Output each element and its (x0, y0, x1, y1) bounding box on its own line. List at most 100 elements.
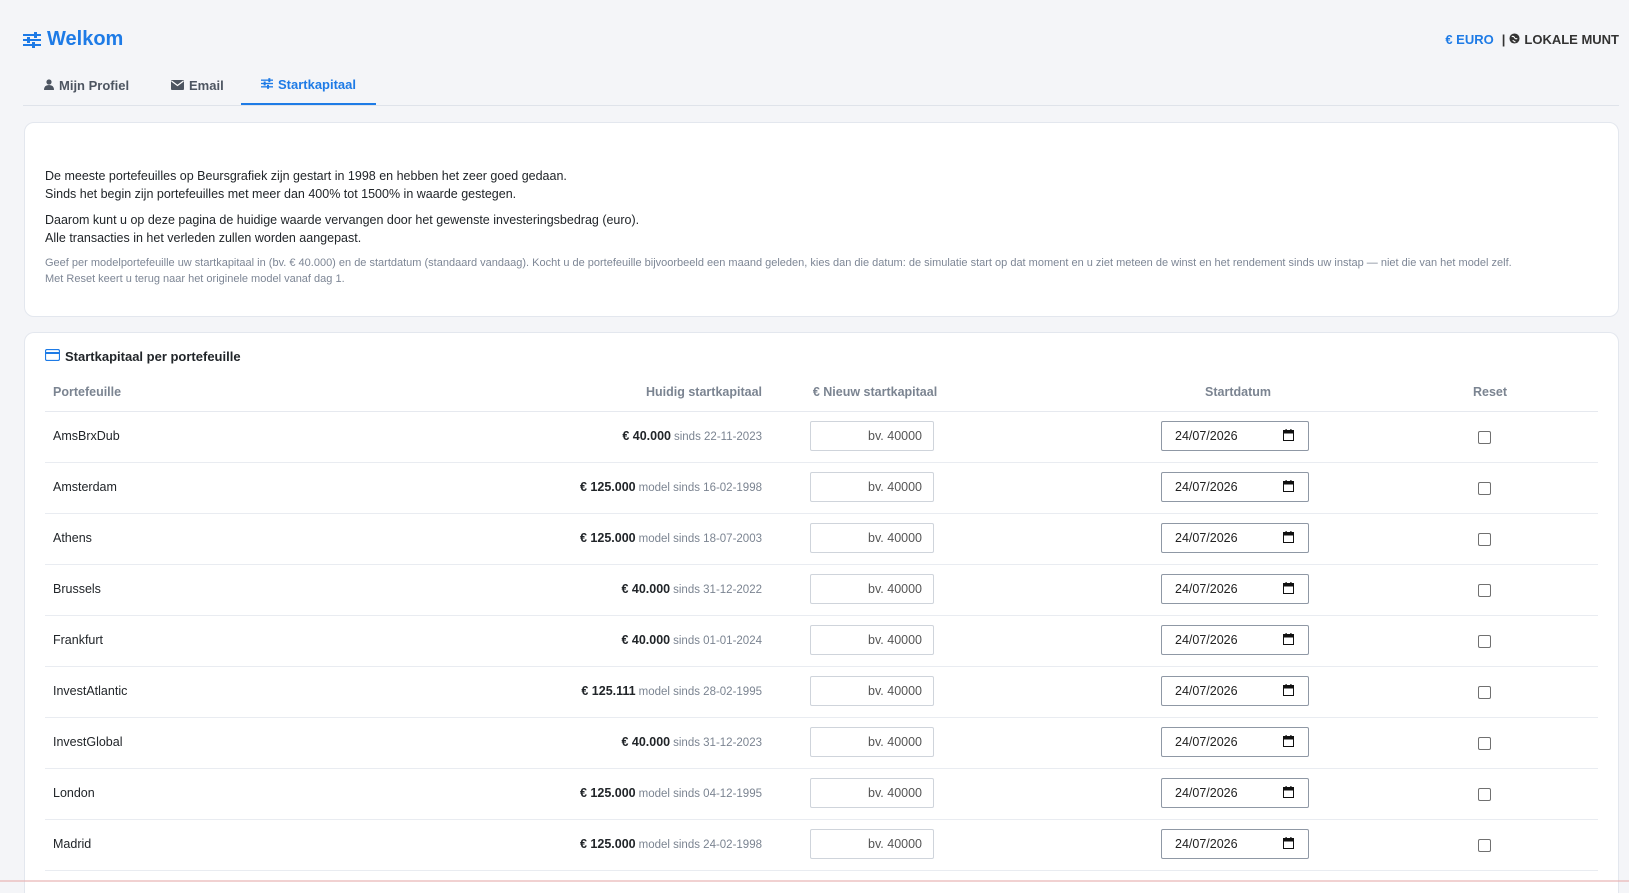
calendar-icon[interactable] (1283, 480, 1294, 495)
table-row: London € 125.000model sinds 04-12-1995 2… (45, 769, 1598, 820)
note-line: Geef per modelportefeuille uw startkapit… (45, 257, 1512, 269)
tab-label: Startkapitaal (277, 77, 357, 92)
page-title: Welkom (47, 28, 124, 50)
start-date-input[interactable]: 24/07/2026 (1161, 523, 1309, 553)
reset-checkbox[interactable] (1478, 839, 1491, 852)
calendar-icon[interactable] (1283, 837, 1294, 852)
current-amount: € 40.000 (621, 735, 671, 749)
reset-checkbox[interactable] (1478, 431, 1491, 444)
current-since: sinds 01-01-2024 (673, 635, 762, 647)
reset-checkbox[interactable] (1478, 737, 1491, 750)
reset-checkbox[interactable] (1478, 584, 1491, 597)
currency-local-link[interactable]: LOKALE MUNT (1524, 32, 1619, 47)
credit-card-icon (44, 348, 61, 364)
intro-paragraph-2: Daarom kunt u op deze pagina de huidige … (45, 211, 1598, 247)
table-header: Portefeuille Huidig startkapitaal € Nieu… (45, 385, 1598, 412)
header-reset: Reset (1473, 385, 1508, 399)
portfolio-name: InvestAtlantic (53, 684, 128, 698)
currency-separator: | (1501, 32, 1506, 47)
portfolio-name: London (53, 786, 95, 800)
current-amount: € 125.000 (580, 837, 636, 851)
date-value: 24/07/2026 (1175, 582, 1238, 596)
calendar-icon[interactable] (1283, 684, 1294, 699)
calendar-icon[interactable] (1283, 786, 1294, 801)
reset-checkbox[interactable] (1478, 533, 1491, 546)
startkapitaal-card: Startkapitaal per portefeuille Portefeui… (24, 332, 1619, 893)
new-capital-input[interactable] (810, 829, 934, 859)
intro-paragraph-1: De meeste portefeuilles op Beursgrafiek … (45, 167, 1598, 203)
date-value: 24/07/2026 (1175, 786, 1238, 800)
new-capital-input[interactable] (810, 625, 934, 655)
currency-switch: € EURO | LOKALE MUNT (1445, 32, 1619, 47)
current-capital: € 125.000 model sinds 18-07-2003 (580, 531, 762, 545)
date-value: 24/07/2026 (1175, 480, 1238, 494)
intro-line: Daarom kunt u op deze pagina de huidige … (45, 213, 640, 227)
portfolio-name: Brussels (53, 582, 101, 596)
current-capital: € 125.000 model sinds 16-02-1998 (580, 480, 762, 494)
start-date-input[interactable]: 24/07/2026 (1161, 625, 1309, 655)
start-date-input[interactable]: 24/07/2026 (1161, 421, 1309, 451)
current-amount: € 40.000 (622, 429, 671, 443)
user-icon (44, 78, 54, 93)
current-since: sinds 31-12-2022 (673, 584, 762, 596)
current-amount: € 40.000 (621, 633, 671, 647)
sliders-icon (23, 31, 41, 48)
new-capital-input[interactable] (810, 421, 934, 451)
tab-mijn-profiel[interactable]: Mijn Profiel (44, 66, 129, 104)
calendar-icon[interactable] (1283, 633, 1294, 648)
globe-icon (1509, 32, 1520, 47)
intro-line: Alle transacties in het verleden zullen … (45, 231, 362, 245)
current-since: model sinds 24-02-1998 (638, 839, 762, 851)
calendar-icon[interactable] (1283, 582, 1294, 597)
tab-label: Email (189, 77, 224, 93)
current-amount: € 125.111 (581, 684, 636, 698)
current-since: model sinds 28-02-1995 (638, 686, 762, 698)
header-nieuw: € Nieuw startkapitaal (812, 385, 938, 399)
brand[interactable]: Welkom (23, 28, 123, 51)
current-capital: € 40.000 sinds 22-11-2023 (622, 429, 762, 443)
calendar-icon[interactable] (1283, 531, 1294, 546)
table-title-text: Startkapitaal per portefeuille (65, 349, 241, 364)
current-since: model sinds 04-12-1995 (638, 788, 762, 800)
sliders-icon (260, 77, 273, 92)
portfolio-name: Frankfurt (53, 633, 104, 647)
reset-checkbox[interactable] (1478, 635, 1491, 648)
calendar-icon[interactable] (1283, 735, 1294, 750)
current-capital: € 125.000 model sinds 04-12-1995 (580, 786, 762, 800)
start-date-input[interactable]: 24/07/2026 (1161, 727, 1309, 757)
header: Welkom € EURO | LOKALE MUNT (23, 28, 1619, 58)
start-date-input[interactable]: 24/07/2026 (1161, 574, 1309, 604)
table-row: AmsBrxDub € 40.000sinds 22-11-2023 24/07… (45, 412, 1598, 463)
start-date-input[interactable]: 24/07/2026 (1161, 829, 1309, 859)
new-capital-input[interactable] (810, 574, 934, 604)
table-row: InvestGlobal € 40.000sinds 31-12-2023 24… (45, 718, 1598, 769)
new-capital-input[interactable] (810, 523, 934, 553)
portfolio-name: AmsBrxDub (53, 429, 120, 443)
new-capital-input[interactable] (810, 676, 934, 706)
currency-euro-link[interactable]: € EURO (1445, 32, 1493, 47)
start-date-input[interactable]: 24/07/2026 (1161, 778, 1309, 808)
start-date-input[interactable]: 24/07/2026 (1161, 676, 1309, 706)
current-capital: € 40.000 sinds 31-12-2022 (621, 582, 762, 596)
date-value: 24/07/2026 (1175, 633, 1238, 647)
divider (0, 880, 1629, 882)
page: Welkom € EURO | LOKALE MUNT Mijn Profiel… (0, 0, 1629, 893)
calendar-icon[interactable] (1283, 429, 1294, 444)
reset-checkbox[interactable] (1478, 482, 1491, 495)
new-capital-input[interactable] (810, 778, 934, 808)
new-capital-input[interactable] (810, 727, 934, 757)
current-capital: € 125.111 model sinds 28-02-1995 (581, 684, 762, 698)
tab-startkapitaal[interactable]: Startkapitaal (241, 66, 376, 105)
new-capital-input[interactable] (810, 472, 934, 502)
current-amount: € 40.000 (621, 582, 671, 596)
tab-email[interactable]: Email (171, 66, 224, 104)
current-amount: € 125.000 (580, 480, 636, 494)
tab-label: Mijn Profiel (59, 77, 130, 93)
reset-checkbox[interactable] (1478, 686, 1491, 699)
note-line: Met Reset keert u terug naar het origine… (45, 273, 345, 285)
current-since: model sinds 18-07-2003 (638, 533, 762, 545)
current-capital: € 40.000 sinds 31-12-2023 (621, 735, 762, 749)
start-date-input[interactable]: 24/07/2026 (1161, 472, 1309, 502)
reset-checkbox[interactable] (1478, 788, 1491, 801)
tab-bar: Mijn Profiel Email Startkapitaal (23, 66, 1619, 106)
